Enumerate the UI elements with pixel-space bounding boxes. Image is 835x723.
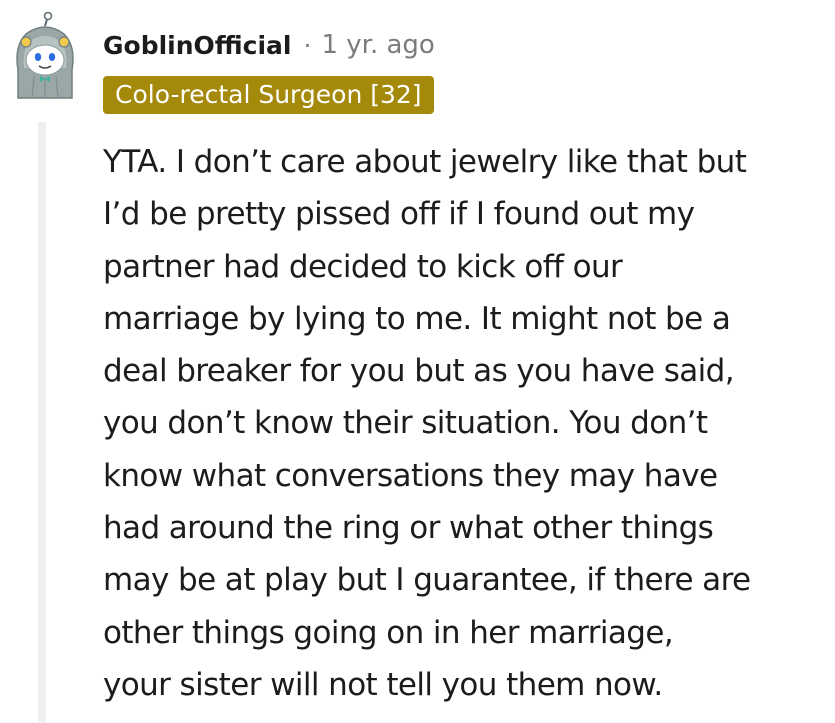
comment-body-line: had around the ring or what other things [103, 510, 714, 547]
comment-body: YTA. I don’t care about jewelry like tha… [103, 136, 823, 711]
comment-body-line: know what conversations they may have [103, 457, 718, 494]
comment-body-line: partner had decided to kick off our [103, 248, 623, 285]
comment-body-line: I’d be pretty pissed off if I found out … [103, 196, 695, 233]
user-flair-badge: Colo-rectal Surgeon [32] [103, 76, 434, 114]
meta-separator: · [303, 30, 312, 60]
author-username[interactable]: GoblinOfficial [103, 31, 292, 60]
snoo-avatar-icon [16, 11, 74, 99]
comment-body-line: your sister will not tell you them now. [103, 666, 663, 703]
thread-line[interactable] [38, 122, 46, 723]
user-avatar[interactable] [10, 11, 80, 100]
comment: GoblinOfficial · 1 yr. ago Colo-rectal S… [0, 0, 835, 723]
comment-body-line: marriage by lying to me. It might not be… [103, 300, 731, 337]
comment-body-line: YTA. I don’t care about jewelry like tha… [103, 144, 747, 180]
comment-body-line: may be at play but I guarantee, if there… [103, 562, 751, 599]
comment-body-line: you don’t know their situation. You don’… [103, 405, 708, 442]
comment-timestamp[interactable]: 1 yr. ago [321, 30, 434, 60]
comment-meta: GoblinOfficial · 1 yr. ago [103, 27, 435, 63]
comment-body-line: other things going on in her marriage, [103, 614, 674, 651]
comment-body-line: deal breaker for you but as you have sai… [103, 353, 735, 390]
